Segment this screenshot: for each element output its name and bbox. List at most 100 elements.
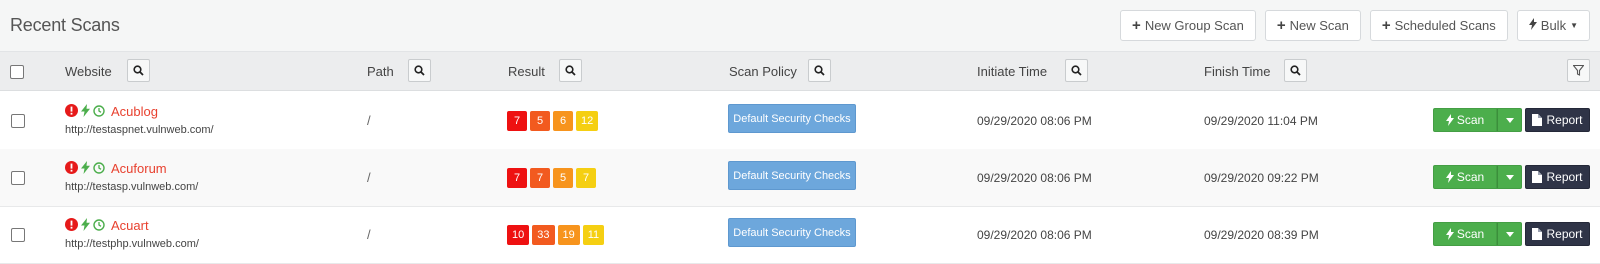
website-search-button[interactable]	[127, 59, 150, 82]
scan-dropdown-toggle[interactable]	[1497, 222, 1522, 246]
select-all-checkbox[interactable]	[10, 64, 24, 79]
high-count-badge[interactable]: 7	[530, 168, 550, 188]
status-icons	[65, 161, 105, 174]
scan-button[interactable]: Scan	[1433, 222, 1497, 246]
report-button[interactable]: Report	[1525, 108, 1590, 132]
scan-label: Scan	[1456, 113, 1485, 127]
search-icon	[1071, 65, 1082, 76]
new-group-scan-button[interactable]: + New Group Scan	[1120, 10, 1256, 41]
document-icon	[1532, 114, 1543, 126]
caret-down-icon	[1505, 231, 1514, 237]
column-path: Path	[367, 64, 394, 79]
row-checkbox[interactable]	[11, 171, 25, 185]
severity-counts: 10 33 19 11	[507, 225, 605, 245]
scan-button-group: Scan	[1433, 165, 1522, 189]
caret-down-icon	[1505, 117, 1514, 123]
plus-icon: +	[1276, 17, 1286, 34]
new-group-scan-label: New Group Scan	[1144, 18, 1244, 33]
medium-count-badge[interactable]: 6	[553, 111, 573, 131]
plus-icon: +	[1381, 17, 1391, 34]
bulk-button[interactable]: Bulk ▼	[1516, 10, 1590, 41]
page-header: Recent Scans + New Group Scan + New Scan…	[0, 0, 1600, 52]
high-count-badge[interactable]: 33	[532, 225, 555, 245]
report-label: Report	[1546, 113, 1583, 127]
document-icon	[1532, 228, 1543, 240]
clock-icon	[93, 104, 105, 117]
initiate-time: 09/29/2020 08:06 PM	[977, 171, 1092, 185]
report-label: Report	[1546, 227, 1583, 241]
path-value: /	[367, 170, 371, 185]
bolt-icon	[81, 104, 90, 117]
result-search-button[interactable]	[559, 59, 582, 82]
website-name-link[interactable]: Acuforum	[111, 161, 167, 176]
scan-label: Scan	[1456, 227, 1485, 241]
initiate-time-search-button[interactable]	[1065, 59, 1088, 82]
bulk-label: Bulk	[1540, 18, 1567, 33]
medium-count-badge[interactable]: 19	[557, 225, 580, 245]
website-name-link[interactable]: Acuart	[111, 218, 149, 233]
search-icon	[414, 65, 425, 76]
column-initiate-time: Initiate Time	[977, 64, 1048, 79]
critical-count-badge[interactable]: 7	[507, 168, 527, 188]
exclamation-circle-icon	[65, 218, 78, 231]
bolt-icon	[81, 161, 90, 174]
initiate-time: 09/29/2020 08:06 PM	[977, 114, 1092, 128]
finish-time: 09/29/2020 11:04 PM	[1204, 114, 1318, 128]
path-value: /	[367, 227, 371, 242]
bolt-icon	[1528, 18, 1537, 33]
search-icon	[133, 65, 144, 76]
website-url: http://testphp.vulnweb.com/	[65, 238, 199, 250]
new-scan-label: New Scan	[1289, 18, 1349, 33]
search-icon	[1290, 65, 1301, 76]
select-all-cell	[10, 52, 24, 91]
search-icon	[565, 65, 576, 76]
scan-policy-button[interactable]: Default Security Checks	[728, 161, 856, 190]
scan-button-group: Scan	[1433, 222, 1522, 246]
high-count-badge[interactable]: 5	[530, 111, 550, 131]
report-button[interactable]: Report	[1525, 165, 1590, 189]
scan-policy-search-button[interactable]	[808, 59, 831, 82]
medium-count-badge[interactable]: 5	[553, 168, 573, 188]
website-url: http://testasp.vulnweb.com/	[65, 181, 199, 193]
scan-policy-button[interactable]: Default Security Checks	[728, 104, 856, 133]
page-title: Recent Scans	[10, 15, 120, 35]
bolt-icon	[1445, 171, 1454, 183]
report-label: Report	[1546, 170, 1583, 184]
column-result: Result	[508, 64, 545, 79]
scan-label: Scan	[1456, 170, 1485, 184]
scan-button[interactable]: Scan	[1433, 165, 1497, 189]
plus-icon: +	[1132, 17, 1141, 34]
path-value: /	[367, 113, 371, 128]
column-scan-policy: Scan Policy	[729, 64, 797, 79]
exclamation-circle-icon	[65, 161, 78, 174]
bolt-icon	[1445, 228, 1454, 240]
critical-count-badge[interactable]: 10	[507, 225, 530, 245]
scan-button[interactable]: Scan	[1433, 108, 1497, 132]
document-icon	[1532, 171, 1543, 183]
status-icons	[65, 104, 105, 117]
scan-policy-button[interactable]: Default Security Checks	[728, 218, 856, 247]
scan-button-group: Scan	[1433, 108, 1522, 132]
table-row: Acublog http://testaspnet.vulnweb.com/ /…	[0, 92, 1600, 150]
column-filter-button[interactable]	[1567, 59, 1590, 82]
path-search-button[interactable]	[408, 59, 431, 82]
scheduled-scans-button[interactable]: + Scheduled Scans	[1369, 10, 1508, 41]
report-button[interactable]: Report	[1525, 222, 1590, 246]
scan-dropdown-toggle[interactable]	[1497, 108, 1522, 132]
scan-dropdown-toggle[interactable]	[1497, 165, 1522, 189]
clock-icon	[93, 218, 105, 231]
severity-counts: 7 7 5 7	[507, 168, 596, 188]
low-count-badge[interactable]: 11	[582, 225, 605, 245]
website-name-link[interactable]: Acublog	[111, 104, 158, 119]
table-row: Acuart http://testphp.vulnweb.com/ / 10 …	[0, 206, 1600, 264]
table-header: Website Path Result Scan Policy Initiate…	[0, 52, 1600, 91]
low-count-badge[interactable]: 12	[576, 111, 599, 131]
critical-count-badge[interactable]: 7	[507, 111, 527, 131]
row-checkbox[interactable]	[11, 114, 25, 128]
initiate-time: 09/29/2020 08:06 PM	[977, 228, 1092, 242]
row-checkbox[interactable]	[11, 228, 25, 242]
new-scan-button[interactable]: + New Scan	[1264, 10, 1361, 41]
finish-time: 09/29/2020 09:22 PM	[1204, 171, 1319, 185]
finish-time-search-button[interactable]	[1284, 59, 1307, 82]
low-count-badge[interactable]: 7	[576, 168, 596, 188]
